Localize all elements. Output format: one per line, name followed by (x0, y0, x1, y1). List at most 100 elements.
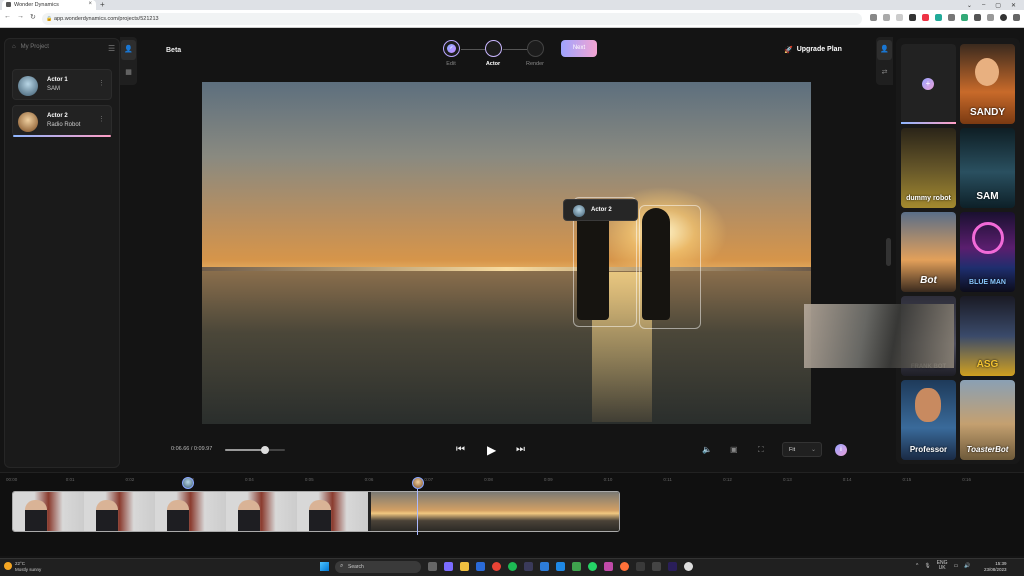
back-icon[interactable]: ← (4, 13, 11, 21)
character-card-blue-man[interactable]: BLUE MAN (960, 212, 1015, 292)
timeline-ruler[interactable]: 00:000:010:020:030:040:050:060:070:080:0… (4, 477, 1020, 487)
timeline-frame (84, 492, 155, 531)
close-window-icon[interactable]: ✕ (1011, 2, 1016, 9)
extension-icon[interactable] (935, 14, 942, 21)
forward-icon[interactable]: → (17, 13, 24, 21)
reload-icon[interactable]: ↻ (30, 13, 36, 21)
app-icon[interactable] (604, 562, 613, 571)
step-actor[interactable] (485, 40, 502, 57)
video-preview[interactable] (202, 82, 811, 424)
mail-icon[interactable] (540, 562, 549, 571)
menu-dots-icon[interactable] (1013, 14, 1020, 21)
close-tab-icon[interactable]: × (88, 1, 92, 7)
bookmark-star-icon[interactable] (896, 14, 903, 21)
firefox-icon[interactable] (620, 562, 629, 571)
app-icon[interactable] (636, 562, 645, 571)
step-render[interactable] (527, 40, 544, 57)
actor-1-timeline-marker[interactable] (182, 477, 194, 489)
clock-date: 23/08/2023 (984, 567, 1007, 572)
character-card-bot[interactable]: Bot (901, 212, 956, 292)
extension-icon[interactable] (922, 14, 929, 21)
monitor-icon[interactable]: ▭ (954, 563, 959, 569)
timeline-frame (297, 492, 368, 531)
actor-2-timeline-marker[interactable] (412, 477, 424, 489)
profile-avatar[interactable] (1000, 14, 1007, 21)
install-icon[interactable] (883, 14, 890, 21)
actor-card-2[interactable]: Actor 2 Radio Robot ⋮ (12, 105, 112, 136)
weather-widget[interactable]: 22°C Mostly sunny (4, 561, 41, 573)
next-button[interactable]: Next (561, 40, 597, 57)
taskbar-clock[interactable]: 15:39 23/08/2023 (984, 561, 1007, 573)
url-field[interactable]: 🔒 app.wonderdynamics.com/projects/521213 (42, 13, 862, 25)
character-card-sandy[interactable]: SANDY (960, 44, 1015, 124)
extension-icon[interactable] (909, 14, 916, 21)
characters-tab-icon[interactable]: 👤 (877, 40, 892, 60)
skip-forward-icon[interactable]: ⏭ (516, 444, 525, 455)
more-options-icon[interactable]: ⋮ (98, 79, 105, 87)
assign-tab-icon[interactable]: ⇄ (877, 64, 892, 82)
app-icon[interactable] (684, 562, 693, 571)
app-icon[interactable] (652, 562, 661, 571)
actor-2-bounding-box[interactable] (639, 205, 701, 329)
play-icon[interactable]: ▶ (487, 443, 496, 457)
chevron-up-icon[interactable]: ^ (916, 563, 918, 569)
info-button[interactable]: i (835, 444, 847, 456)
minimize-icon[interactable]: – (982, 2, 985, 8)
timecode: 0:06.66 / 0:09.97 (171, 446, 213, 452)
app-icon[interactable] (524, 562, 533, 571)
window-controls: ⌄ – ▢ ✕ (967, 0, 1024, 10)
actor-name: Actor 2 (47, 113, 68, 119)
extension-icon[interactable] (961, 14, 968, 21)
actor-tooltip[interactable]: Actor 2 (563, 199, 638, 221)
app-icon[interactable] (572, 562, 581, 571)
file-explorer-icon[interactable] (460, 562, 469, 571)
store-icon[interactable] (476, 562, 485, 571)
mic-icon[interactable]: 🎙 (924, 563, 930, 569)
actors-tab-icon[interactable]: 👤 (121, 40, 136, 60)
new-tab-button[interactable]: + (100, 0, 105, 9)
speaker-icon[interactable]: 🔊 (964, 563, 970, 569)
language-indicator[interactable]: ENG UK (937, 561, 948, 571)
region-code: UK (938, 565, 946, 571)
character-card-professor[interactable]: Professor (901, 380, 956, 460)
browser-tab[interactable]: Wonder Dynamics × (2, 0, 96, 10)
upgrade-plan-button[interactable]: 🚀 Upgrade Plan (784, 46, 842, 54)
skip-back-icon[interactable]: ⏮ (456, 444, 465, 455)
windows-start-icon[interactable] (320, 562, 329, 571)
chat-icon[interactable] (444, 562, 453, 571)
character-card-toaster-bot[interactable]: ToasterBot (960, 380, 1015, 460)
more-options-icon[interactable]: ⋮ (98, 115, 105, 123)
character-card-dummy-robot[interactable]: dummy robot (901, 128, 956, 208)
fit-select[interactable]: Fit ⌄ (782, 442, 822, 457)
fullscreen-icon[interactable]: ⛶ (758, 445, 764, 455)
add-character-card[interactable]: + (901, 44, 956, 124)
playhead[interactable] (417, 489, 418, 535)
actor-card-1[interactable]: Actor 1 SAM ⋮ (12, 69, 112, 100)
timeline-track[interactable] (12, 491, 620, 532)
share-icon[interactable] (870, 14, 877, 21)
puzzle-icon[interactable] (974, 14, 981, 21)
character-card-sam[interactable]: SAM (960, 128, 1015, 208)
character-card-asg[interactable]: ASG (960, 296, 1015, 376)
menu-icon[interactable]: ☰ (108, 44, 115, 53)
taskbar-search[interactable]: ⌕ Search (335, 561, 421, 573)
chevron-down-icon[interactable]: ⌄ (967, 2, 972, 9)
rocket-icon: 🚀 (784, 47, 793, 54)
browser-tab-bar (0, 0, 1024, 10)
project-breadcrumb[interactable]: ⌂ My Project (12, 44, 49, 50)
scenes-tab-icon[interactable]: ▦ (121, 64, 136, 82)
after-effects-icon[interactable] (668, 562, 677, 571)
extension-icon[interactable] (948, 14, 955, 21)
sidebar-icon[interactable] (987, 14, 994, 21)
panel-collapse-handle[interactable] (886, 238, 891, 266)
chrome-icon[interactable] (492, 562, 501, 571)
volume-icon[interactable]: 🔈 (702, 445, 712, 454)
spotify-icon[interactable] (508, 562, 517, 571)
maximize-icon[interactable]: ▢ (995, 2, 1001, 9)
selected-indicator (901, 122, 956, 124)
app-icon[interactable] (556, 562, 565, 571)
whatsapp-icon[interactable] (588, 562, 597, 571)
task-view-icon[interactable] (428, 562, 437, 571)
step-edit[interactable]: ✓ (443, 40, 460, 57)
screenshot-icon[interactable]: ▣ (730, 445, 738, 454)
